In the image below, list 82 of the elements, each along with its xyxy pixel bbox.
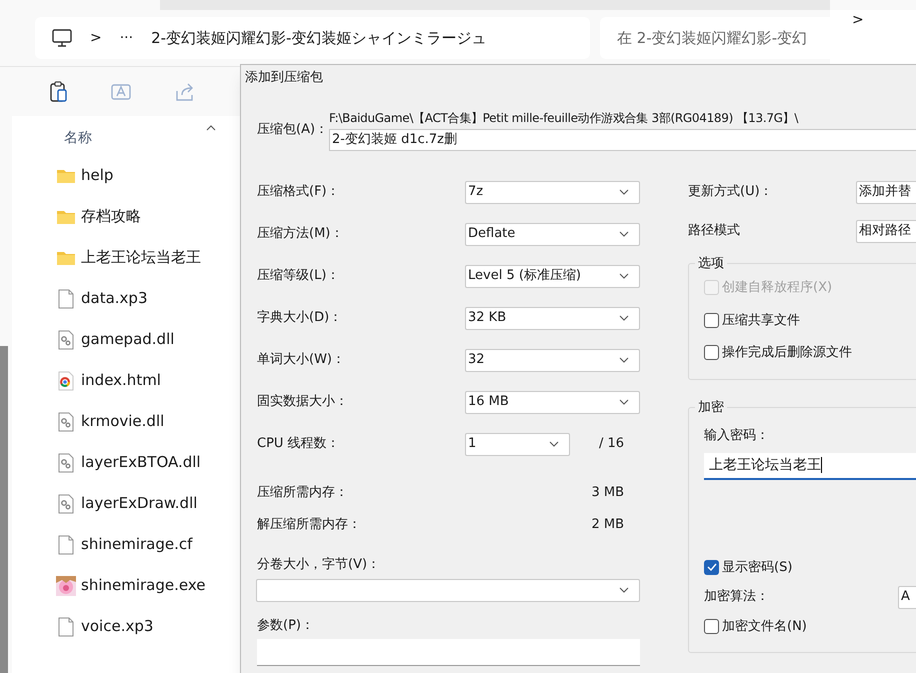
- setting-label: 压缩等级(L)：: [257, 267, 340, 286]
- checkbox[interactable]: 显示密码(S): [704, 558, 916, 577]
- checkbox[interactable]: 压缩共享文件: [704, 310, 916, 330]
- dropdown[interactable]: Deflate: [465, 222, 640, 246]
- dropdown[interactable]: 7z: [465, 180, 640, 204]
- folder-icon: [56, 250, 76, 266]
- file-icon: [58, 288, 74, 308]
- checkmark-icon: [706, 563, 716, 572]
- dropdown[interactable]: 32: [465, 348, 640, 372]
- chevron-down-icon: [619, 189, 629, 195]
- file-name[interactable]: shinemirage.cf: [81, 533, 192, 556]
- split-size-dropdown[interactable]: [256, 578, 640, 602]
- column-header[interactable]: 名称: [56, 128, 92, 148]
- file-name[interactable]: voice.xp3: [81, 615, 154, 638]
- dropdown[interactable]: Level 5 (标准压缩): [465, 264, 640, 288]
- thread-max: / 16: [598, 435, 624, 454]
- monitor-icon: [52, 29, 72, 47]
- dropdown[interactable]: 1: [465, 432, 570, 456]
- file-name[interactable]: gamepad.dll: [81, 328, 174, 351]
- setting-label: 字典大小(D)：: [257, 309, 344, 328]
- chevron-down-icon: [619, 587, 629, 593]
- breadcrumb-item[interactable]: 2-变幻装姬闪耀幻影-变幻装姬シャインミラージュ: [151, 26, 486, 50]
- file-name[interactable]: krmovie.dll: [81, 410, 164, 433]
- scrollbar-thumb[interactable]: [0, 346, 8, 673]
- password-label: 输入密码：: [704, 427, 770, 445]
- folder-icon: [56, 168, 76, 184]
- address-bar[interactable]: > ··· 2-变幻装姬闪耀幻影-变幻装姬シャインミラージュ: [35, 17, 590, 59]
- settings-file-icon: [58, 494, 74, 514]
- settings-file-icon: [58, 452, 74, 472]
- file-name[interactable]: layerExBTOA.dll: [81, 451, 201, 474]
- setting-label: 固实数据大小：: [257, 393, 349, 412]
- more-button[interactable]: ···: [120, 28, 134, 48]
- breadcrumb-separator: >: [90, 28, 102, 48]
- chevron-down-icon: [549, 441, 559, 447]
- archive-name-field[interactable]: 2-变幻装姬 d1c.7z删: [329, 129, 916, 151]
- file-name[interactable]: help: [81, 164, 114, 187]
- params-field[interactable]: [257, 639, 640, 666]
- app-icon: [56, 576, 76, 596]
- password-field[interactable]: 上老王论坛当老王: [704, 452, 916, 480]
- dialog-title: 添加到压缩包: [245, 69, 323, 88]
- memory-label: 压缩所需内存：: [257, 484, 348, 502]
- update-label: 更新方式(U)：: [688, 183, 774, 202]
- memory-value: 3 MB: [591, 484, 624, 502]
- split-label: 分卷大小，字节(V)：: [257, 556, 382, 574]
- settings-file-icon: [58, 412, 74, 432]
- file-name[interactable]: shinemirage.exe: [81, 574, 206, 597]
- chevron-down-icon: [619, 273, 629, 279]
- chevron-down-icon: [619, 315, 629, 321]
- params-label: 参数(P)：: [257, 616, 315, 634]
- forward-button[interactable]: >: [852, 10, 864, 31]
- chevron-down-icon: [619, 399, 629, 405]
- browser-icon: [58, 370, 74, 390]
- file-icon: [58, 534, 74, 554]
- file-name[interactable]: layerExDraw.dll: [81, 492, 198, 515]
- search-field[interactable]: 在 2-变幻装姬闪耀幻影-变幻: [600, 17, 830, 59]
- setting-label: 压缩格式(F)：: [257, 183, 341, 202]
- dropdown[interactable]: 添加并替: [856, 180, 916, 204]
- dropdown[interactable]: 16 MB: [465, 390, 640, 414]
- archive-label: 压缩包(A)：: [257, 121, 329, 139]
- dropdown[interactable]: A: [898, 586, 916, 608]
- dropdown[interactable]: 相对路径: [856, 220, 916, 242]
- checkbox[interactable]: 加密文件名(N): [704, 617, 916, 636]
- file-name[interactable]: data.xp3: [81, 287, 148, 310]
- memory-value: 2 MB: [591, 516, 624, 534]
- settings-file-icon: [58, 330, 74, 350]
- setting-label: 单词大小(W)：: [257, 351, 346, 370]
- checkbox[interactable]: 操作完成后删除源文件: [704, 343, 916, 362]
- archive-folder-path: F:\BaiduGame\【ACT合集】Petit mille-feuille动作游戏合集 3部(RG04189) 【13.7G】\: [329, 110, 800, 127]
- sort-up-icon[interactable]: [206, 125, 216, 131]
- file-name[interactable]: 上老王论坛当老王: [81, 246, 201, 269]
- file-icon: [58, 616, 74, 636]
- chevron-down-icon: [619, 231, 629, 237]
- dropdown[interactable]: 32 KB: [465, 306, 640, 330]
- file-name[interactable]: 存档攻略: [81, 205, 141, 228]
- method-label: 加密算法：: [704, 588, 770, 606]
- setting-label: 压缩方法(M)：: [257, 225, 344, 244]
- memory-label: 解压缩所需内存：: [257, 516, 361, 534]
- file-name[interactable]: index.html: [81, 369, 161, 392]
- chevron-down-icon: [619, 357, 629, 363]
- setting-label: CPU 线程数：: [257, 435, 341, 454]
- path-mode-label: 路径模式: [688, 222, 741, 240]
- folder-icon: [56, 208, 76, 224]
